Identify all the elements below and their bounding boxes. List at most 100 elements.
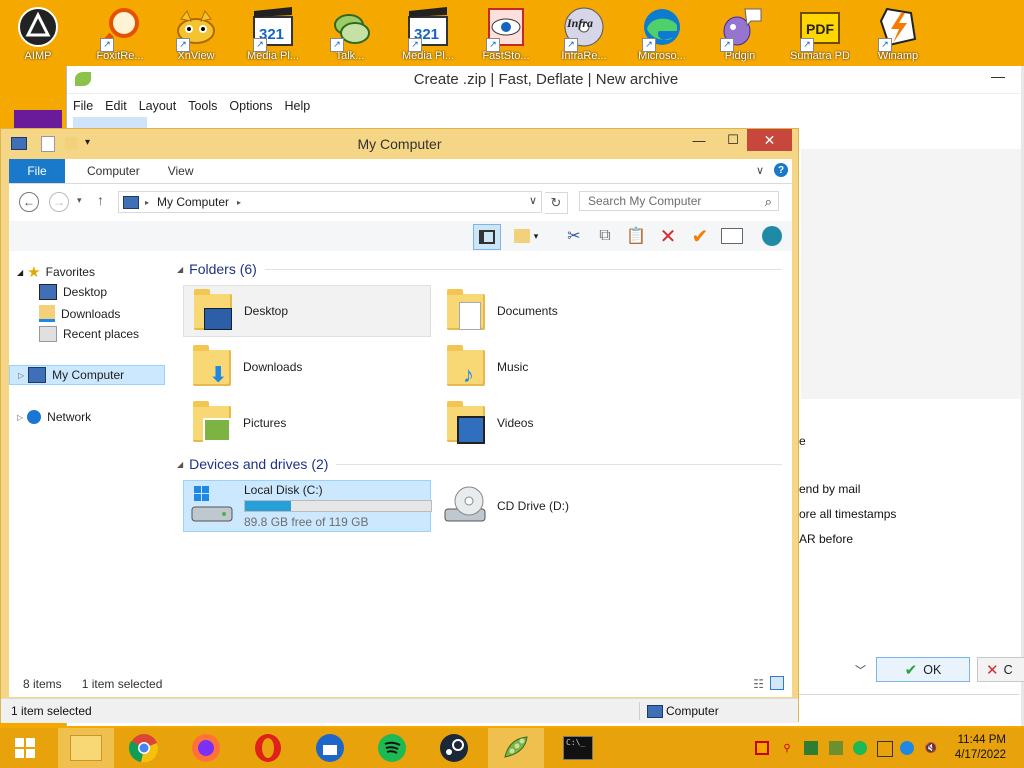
- magnifier-tray-icon[interactable]: ⚲: [780, 741, 794, 755]
- breadcrumb-my-computer[interactable]: My Computer: [157, 195, 229, 209]
- desktop-icon-pidgin[interactable]: ↗ Pidgin: [710, 4, 770, 66]
- peazip-titlebar[interactable]: Create .zip | Fast, Deflate | New archiv…: [67, 66, 1024, 94]
- network-tray-icon[interactable]: [877, 741, 893, 757]
- folder-pictures[interactable]: Pictures: [183, 397, 431, 449]
- rename-button[interactable]: ✔: [687, 224, 713, 248]
- address-bar[interactable]: ▸ My Computer ▸ ∨: [118, 191, 542, 213]
- folder-videos[interactable]: Videos: [437, 397, 685, 449]
- breadcrumb-separator-icon[interactable]: ▸: [145, 198, 149, 207]
- menu-edit[interactable]: Edit: [105, 99, 127, 113]
- delete-button[interactable]: ✕: [655, 224, 681, 248]
- desktop-icon-edge[interactable]: ↗ Microso...: [632, 4, 692, 66]
- maximize-button[interactable]: ☐: [716, 129, 750, 151]
- expand-arrow-icon[interactable]: ▷: [17, 413, 23, 422]
- drive-d[interactable]: CD Drive (D:): [437, 480, 685, 532]
- address-dropdown-icon[interactable]: ∨: [529, 194, 537, 207]
- help-icon[interactable]: ?: [774, 163, 788, 177]
- nav-downloads[interactable]: Downloads: [39, 305, 120, 322]
- taskbar-opera[interactable]: [240, 728, 296, 768]
- shell-button[interactable]: [759, 224, 785, 248]
- up-button[interactable]: ↑: [97, 192, 104, 208]
- close-button[interactable]: ✕: [747, 129, 792, 151]
- copy-button[interactable]: ⧉: [592, 224, 618, 248]
- taskbar-spotify[interactable]: [364, 728, 420, 768]
- back-button[interactable]: ←: [19, 192, 39, 212]
- nav-desktop[interactable]: Desktop: [39, 284, 107, 300]
- explorer-titlebar[interactable]: ▾ My Computer — ☐ ✕: [1, 129, 798, 159]
- desktop-icon-aimp[interactable]: AIMP: [8, 4, 68, 66]
- menu-options[interactable]: Options: [229, 99, 272, 113]
- chevron-down-icon[interactable]: ﹀: [855, 662, 866, 678]
- paste-button[interactable]: 📋: [623, 224, 649, 248]
- option-ignore-timestamps[interactable]: ore all timestamps: [799, 507, 896, 521]
- refresh-button[interactable]: ↻: [545, 192, 568, 214]
- cut-button[interactable]: ✂: [561, 224, 587, 248]
- nav-recent-places[interactable]: Recent places: [39, 326, 139, 342]
- option-label[interactable]: e: [799, 434, 806, 448]
- folder-desktop[interactable]: Desktop: [183, 285, 431, 337]
- folders-group-header[interactable]: ◢ Folders (6): [177, 261, 782, 277]
- desktop-icon-infrarecorder[interactable]: Infra ↗ InfraRe...: [554, 4, 614, 66]
- monitor-tray-icon[interactable]: [804, 741, 818, 755]
- forward-button[interactable]: →: [49, 192, 69, 212]
- preview-pane-button[interactable]: [473, 224, 501, 250]
- collapse-arrow-icon[interactable]: ◢: [177, 460, 183, 469]
- taskbar-thunderbird[interactable]: [302, 728, 358, 768]
- menu-help[interactable]: Help: [285, 99, 311, 113]
- desktop-icon-winamp[interactable]: ↗ Winamp: [868, 4, 928, 66]
- nav-favorites[interactable]: ◢ ★ Favorites: [17, 263, 95, 281]
- menu-tools[interactable]: Tools: [188, 99, 217, 113]
- nav-network[interactable]: ▷ Network: [17, 410, 91, 424]
- collapse-arrow-icon[interactable]: ◢: [177, 265, 183, 274]
- tab-file[interactable]: File: [9, 159, 65, 183]
- desktop-icon-talk[interactable]: ↗ Talk...: [320, 4, 380, 66]
- breadcrumb-separator-icon[interactable]: ▸: [237, 198, 241, 207]
- taskbar-steam[interactable]: [426, 728, 482, 768]
- onedrive-tray-icon[interactable]: [900, 741, 914, 755]
- menu-file[interactable]: File: [73, 99, 93, 113]
- taskbar-file-explorer[interactable]: [58, 728, 114, 768]
- start-button[interactable]: [0, 728, 50, 768]
- aimp-tray-icon[interactable]: [755, 741, 769, 755]
- desktop-icon-foxit[interactable]: ↗ FoxitRe...: [90, 4, 150, 66]
- expand-arrow-icon[interactable]: ◢: [17, 268, 23, 277]
- option-send-by-mail[interactable]: end by mail: [799, 482, 860, 496]
- large-icons-view-button[interactable]: [770, 676, 784, 690]
- drives-group-header[interactable]: ◢ Devices and drives (2): [177, 456, 782, 472]
- volume-muted-icon[interactable]: 🔇: [924, 741, 938, 755]
- desktop-icon-mpc2[interactable]: 321 ↗ Media Pl...: [398, 4, 458, 66]
- drive-c[interactable]: Local Disk (C:) 89.8 GB free of 119 GB: [183, 480, 432, 532]
- desktop-icon-partial[interactable]: [14, 110, 62, 130]
- taskbar-peazip[interactable]: [488, 728, 544, 768]
- desktop-icon-xnview[interactable]: ↗ XnView: [166, 4, 226, 66]
- minimize-button[interactable]: —: [682, 129, 716, 151]
- taskbar-clock[interactable]: 11:44 PM 4/17/2022: [955, 733, 1006, 763]
- taskbar-cmd[interactable]: C:\_: [550, 728, 606, 768]
- spotify-tray-icon[interactable]: [853, 741, 867, 755]
- expand-arrow-icon[interactable]: ▷: [18, 371, 24, 380]
- taskbar-firefox[interactable]: [178, 728, 234, 768]
- task-tray-icon[interactable]: [829, 741, 843, 755]
- folder-downloads[interactable]: ⬇ Downloads: [183, 341, 431, 393]
- chevron-down-icon[interactable]: ∨: [756, 164, 764, 177]
- details-view-button[interactable]: ☷: [753, 677, 764, 691]
- taskbar-chrome[interactable]: [116, 728, 172, 768]
- desktop-icon-mpc[interactable]: 321 ↗ Media Pl...: [243, 4, 303, 66]
- folder-music[interactable]: ♪ Music: [437, 341, 685, 393]
- desktop-icon-fastsone[interactable]: ↗ FastSto...: [476, 4, 536, 66]
- option-rar-before[interactable]: AR before: [799, 532, 853, 546]
- search-icon[interactable]: ⌕: [765, 194, 772, 210]
- menu-layout[interactable]: Layout: [139, 99, 177, 113]
- tab-computer[interactable]: Computer: [87, 164, 140, 178]
- desktop-icon-pdf[interactable]: PDF ↗ Sumatra PDF: [790, 4, 850, 66]
- minimize-button[interactable]: —: [991, 68, 1005, 84]
- properties-button[interactable]: [719, 224, 745, 248]
- ok-button[interactable]: ✔ OK: [876, 657, 970, 682]
- nav-my-computer[interactable]: ▷ My Computer: [9, 365, 165, 385]
- cancel-button[interactable]: ✕ C: [977, 657, 1024, 682]
- folder-documents[interactable]: Documents: [437, 285, 685, 337]
- tab-view[interactable]: View: [168, 164, 194, 178]
- recent-locations-button[interactable]: ▾: [77, 195, 82, 206]
- search-input[interactable]: Search My Computer ⌕: [579, 191, 779, 211]
- folder-options-button[interactable]: ▾: [513, 224, 539, 248]
